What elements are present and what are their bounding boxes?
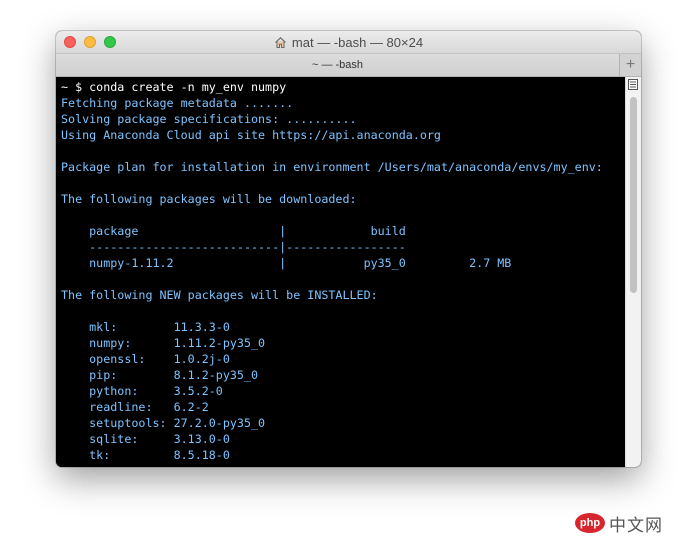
terminal-line: readline: 6.2-2	[61, 400, 209, 414]
terminal-line: numpy: 1.11.2-py35_0	[61, 336, 266, 350]
terminal-line: numpy-1.11.2 | py35_0 2.7 MB	[61, 256, 512, 270]
scrollbar[interactable]	[625, 77, 641, 467]
title-bar[interactable]: mat — -bash — 80×24	[56, 31, 641, 54]
terminal-line: The following NEW packages will be INSTA…	[61, 288, 378, 302]
tab-bar: ~ — -bash +	[56, 54, 641, 77]
terminal-line: ---------------------------|------------…	[61, 240, 406, 254]
terminal-line: package | build	[61, 224, 406, 238]
terminal-output[interactable]: ~ $ conda create -n my_env numpy Fetching…	[56, 77, 626, 467]
terminal-line: Package plan for installation in environ…	[61, 160, 603, 174]
terminal-line: The following packages will be downloade…	[61, 192, 357, 206]
marks-icon	[628, 79, 638, 90]
terminal-line: pip: 8.1.2-py35_0	[61, 368, 259, 382]
terminal-line: sqlite: 3.13.0-0	[61, 432, 230, 446]
new-tab-button[interactable]: +	[620, 54, 641, 76]
terminal-line: Using Anaconda Cloud api site https://ap…	[61, 128, 441, 142]
tab-label: ~ — -bash	[311, 59, 364, 71]
terminal-line: openssl: 1.0.2j-0	[61, 352, 230, 366]
terminal-line: mkl: 11.3.3-0	[61, 320, 230, 334]
window-title-area: mat — -bash — 80×24	[56, 31, 641, 53]
terminal-line: setuptools: 27.2.0-py35_0	[61, 416, 266, 430]
php-badge: php	[575, 513, 605, 533]
terminal-line: python: 3.5.2-0	[61, 384, 223, 398]
tab-bash[interactable]: ~ — -bash	[56, 54, 620, 76]
watermark-logo: php 中文网	[575, 510, 663, 536]
plus-icon: +	[625, 56, 636, 73]
scroll-thumb[interactable]	[630, 97, 637, 293]
terminal-window: mat — -bash — 80×24 ~ — -bash + ~ $ cond…	[56, 31, 641, 467]
terminal-line: Fetching package metadata .......	[61, 96, 294, 110]
watermark-text: 中文网	[609, 515, 663, 535]
home-icon	[275, 36, 286, 48]
terminal-line: Solving package specifications: ........…	[61, 112, 357, 126]
terminal-line: tk: 8.5.18-0	[61, 448, 230, 462]
window-title: mat — -bash — 80×24	[291, 34, 424, 50]
terminal-line: ~ $ conda create -n my_env numpy	[61, 80, 287, 94]
